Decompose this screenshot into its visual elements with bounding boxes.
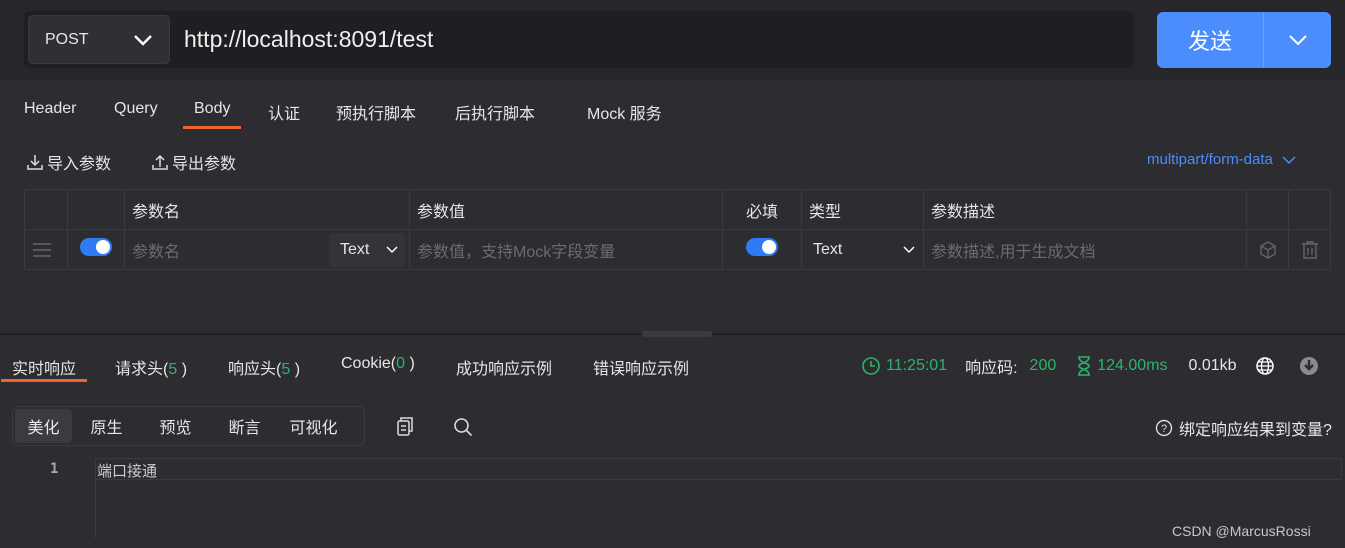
upload-icon bbox=[152, 154, 168, 170]
response-size: 0.01kb bbox=[1188, 357, 1237, 374]
tab-realtime-response[interactable]: 实时响应 bbox=[0, 355, 88, 382]
tab-label: 响应头( bbox=[228, 361, 282, 378]
column-header: 必填 bbox=[722, 189, 802, 230]
status-code-label: 响应码: bbox=[965, 360, 1018, 377]
response-meta: 11:25:01 响应码: 200 124.00ms 0.01kb bbox=[861, 354, 1319, 378]
hourglass-icon bbox=[1078, 356, 1091, 376]
param-desc-input[interactable]: 参数描述,用于生成文档 bbox=[923, 229, 1247, 270]
chevron-down-icon bbox=[1288, 35, 1307, 46]
url-input[interactable]: http://localhost:8091/test bbox=[184, 26, 433, 53]
view-tab-visualize[interactable]: 可视化 bbox=[279, 409, 348, 443]
tab-request-headers[interactable]: 请求头(5 ) bbox=[115, 355, 187, 379]
tab-auth[interactable]: 认证 bbox=[268, 100, 300, 124]
drag-handle[interactable] bbox=[24, 229, 68, 270]
bind-response-variable-link[interactable]: ? 绑定响应结果到变量? bbox=[1155, 416, 1332, 440]
tab-label: ) bbox=[181, 361, 188, 378]
tab-label: 请求头( bbox=[115, 361, 169, 378]
tab-mock[interactable]: Mock 服务 bbox=[587, 100, 662, 124]
mock-button[interactable] bbox=[1246, 229, 1289, 270]
param-type-select[interactable]: Text bbox=[801, 229, 924, 270]
export-params-button[interactable]: 导出参数 bbox=[151, 150, 236, 174]
svg-text:?: ? bbox=[1161, 423, 1167, 435]
response-duration: 124.00ms bbox=[1097, 357, 1168, 374]
table-row: 参数名 Text 参数值，支持Mock字段变量 Text 参数描述,用于生成文档 bbox=[24, 229, 1331, 270]
view-tab-raw[interactable]: 原生 bbox=[72, 409, 141, 443]
chevron-down-icon bbox=[386, 246, 398, 254]
drag-column-header bbox=[24, 189, 68, 230]
column-header: 参数值 bbox=[409, 189, 723, 230]
view-mode-tabs: 美化 原生 预览 断言 可视化 bbox=[12, 406, 365, 446]
search-icon[interactable] bbox=[453, 417, 473, 437]
active-line-highlight bbox=[95, 458, 1342, 480]
action-column-header bbox=[1288, 189, 1331, 230]
count-badge: 0 bbox=[396, 355, 406, 372]
param-name-type-select[interactable]: Text bbox=[329, 232, 405, 267]
view-tab-assert[interactable]: 断言 bbox=[210, 409, 279, 443]
cube-icon bbox=[1259, 240, 1276, 259]
column-header: 参数描述 bbox=[923, 189, 1247, 230]
tab-query[interactable]: Query bbox=[114, 100, 158, 118]
drag-handle-icon bbox=[33, 242, 51, 257]
tab-label: ) bbox=[409, 355, 415, 372]
toggle-column-header bbox=[67, 189, 125, 230]
tab-body[interactable]: Body bbox=[182, 100, 243, 129]
tab-success-example[interactable]: 成功响应示例 bbox=[456, 355, 552, 379]
tab-label: ) bbox=[294, 361, 301, 378]
tab-post-script[interactable]: 后执行脚本 bbox=[455, 100, 535, 124]
tab-cookie[interactable]: Cookie(0 ) bbox=[341, 355, 415, 373]
method-value: POST bbox=[45, 30, 89, 48]
action-column-header bbox=[1246, 189, 1289, 230]
export-label: 导出参数 bbox=[172, 156, 237, 173]
status-code: 200 bbox=[1029, 357, 1057, 374]
tab-label: Cookie( bbox=[341, 355, 397, 372]
send-button-group: 发送 bbox=[1157, 12, 1331, 68]
download-circle-icon[interactable] bbox=[1299, 356, 1319, 376]
send-button[interactable]: 发送 bbox=[1157, 12, 1263, 68]
help-icon: ? bbox=[1155, 419, 1173, 437]
view-tab-pretty[interactable]: 美化 bbox=[15, 409, 72, 443]
send-options-button[interactable] bbox=[1263, 12, 1331, 68]
chevron-down-icon bbox=[903, 246, 915, 254]
column-header: 类型 bbox=[801, 189, 924, 230]
column-header: 参数名 bbox=[124, 189, 410, 230]
response-body-line: 端口接通 bbox=[97, 462, 158, 480]
resize-handle[interactable] bbox=[642, 331, 712, 337]
count-badge: 5 bbox=[281, 361, 291, 378]
import-params-button[interactable]: 导入参数 bbox=[26, 150, 111, 174]
param-name-input[interactable]: 参数名 bbox=[132, 238, 180, 262]
chevron-down-icon bbox=[134, 34, 152, 46]
response-time: 11:25:01 bbox=[886, 357, 948, 374]
view-tab-preview[interactable]: 预览 bbox=[141, 409, 210, 443]
trash-icon bbox=[1301, 240, 1318, 259]
clock-icon bbox=[862, 357, 880, 375]
count-badge: 5 bbox=[168, 361, 178, 378]
chevron-down-icon bbox=[1282, 155, 1296, 164]
delete-row-button[interactable] bbox=[1288, 229, 1331, 270]
watermark: CSDN @MarcusRossi bbox=[1172, 523, 1311, 539]
params-table: 参数名 参数值 必填 类型 参数描述 参数名 Text 参数值，支持Mock字段变… bbox=[24, 189, 1331, 270]
tab-response-headers[interactable]: 响应头(5 ) bbox=[228, 355, 300, 379]
type-value: Text bbox=[340, 240, 370, 258]
tab-pre-script[interactable]: 预执行脚本 bbox=[336, 100, 416, 124]
globe-icon[interactable] bbox=[1255, 356, 1275, 376]
table-header-row: 参数名 参数值 必填 类型 参数描述 bbox=[24, 189, 1331, 230]
copy-icon[interactable] bbox=[396, 416, 414, 436]
download-icon bbox=[27, 155, 43, 170]
import-label: 导入参数 bbox=[47, 156, 112, 173]
method-select[interactable]: POST bbox=[28, 15, 170, 64]
bind-label: 绑定响应结果到变量? bbox=[1179, 422, 1332, 439]
line-number: 1 bbox=[50, 461, 59, 477]
type-value: Text bbox=[813, 240, 843, 258]
required-toggle[interactable] bbox=[746, 238, 778, 256]
content-type-select[interactable]: multipart/form-data bbox=[1147, 151, 1297, 168]
row-enabled-toggle[interactable] bbox=[80, 238, 112, 256]
tab-error-example[interactable]: 错误响应示例 bbox=[593, 355, 689, 379]
param-value-input[interactable]: 参数值，支持Mock字段变量 bbox=[409, 229, 723, 270]
tab-header[interactable]: Header bbox=[24, 100, 76, 118]
content-type-value: multipart/form-data bbox=[1147, 151, 1273, 168]
